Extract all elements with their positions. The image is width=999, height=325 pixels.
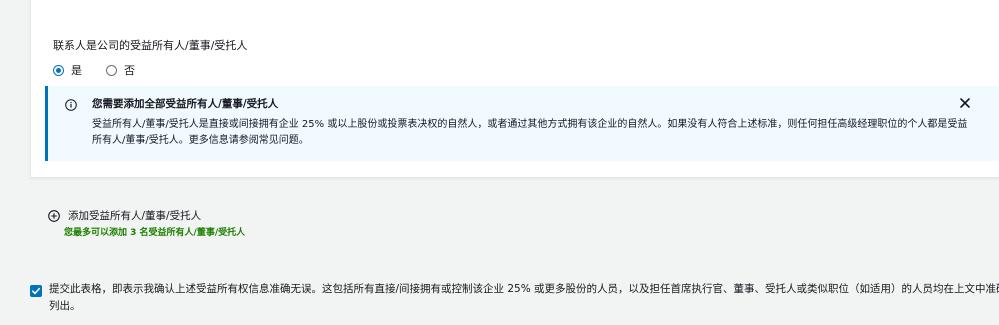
alert-body: 受益所有人/董事/受托人是直接或间接拥有企业 25% 或以上股份或投票表决权的自… [92,119,968,146]
confirmation-text: 提交此表格，即表示我确认上述受益所有权信息准确无误。这包括所有直接/间接拥有或控… [49,283,999,312]
radio-option-yes-label: 是 [71,64,82,77]
info-icon [65,96,77,111]
radio-option-no[interactable]: 否 [106,62,135,78]
confirm-checkbox[interactable] [30,285,42,297]
radio-option-yes[interactable]: 是 [53,62,82,78]
checkmark-icon [31,287,41,295]
radio-unselected-icon[interactable] [106,64,117,76]
add-owner-label: 添加受益所有人/董事/受托人 [68,210,202,222]
add-owner-hint: 您最多可以添加 3 名受益所有人/董事/受托人 [64,228,246,238]
ownership-card: 联系人是公司的受益所有人/董事/受托人 是 否 您需要添加全部受益所有人/董事/… [30,0,999,178]
info-alert: 您需要添加全部受益所有人/董事/受托人 受益所有人/董事/受托人是直接或间接拥有… [45,86,999,161]
ownership-radio-group: 是 否 [53,62,159,78]
alert-title: 您需要添加全部受益所有人/董事/受托人 [92,98,279,110]
close-icon[interactable] [958,95,972,109]
radio-option-no-label: 否 [124,64,135,77]
add-owner-button[interactable]: 添加受益所有人/董事/受托人 [48,208,201,223]
ownership-question-label: 联系人是公司的受益所有人/董事/受托人 [53,39,248,52]
radio-selected-icon[interactable] [53,64,64,76]
add-circle-icon [48,209,60,222]
